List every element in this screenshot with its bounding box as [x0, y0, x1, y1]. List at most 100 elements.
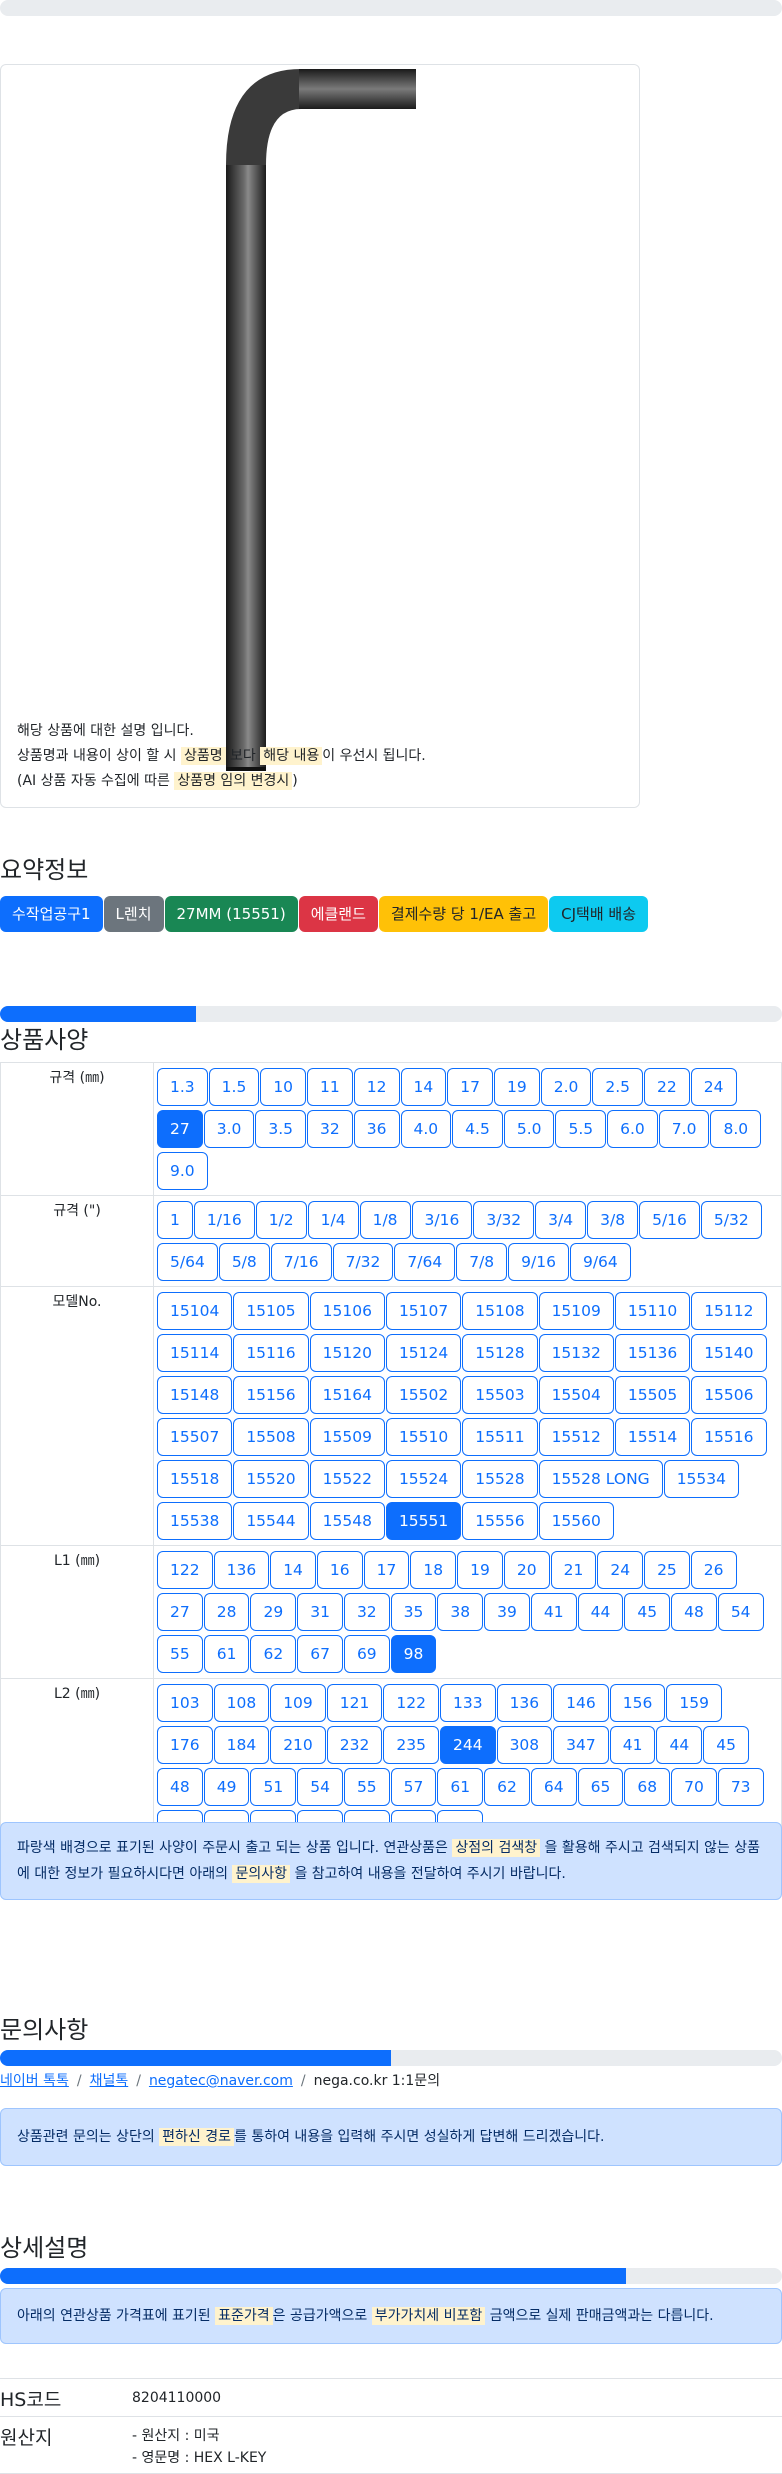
spec-option[interactable]: 136 — [496, 1684, 553, 1722]
spec-option[interactable]: 1 — [157, 1201, 193, 1239]
spec-option[interactable]: 15164 — [309, 1376, 385, 1414]
spec-option[interactable]: 1/4 — [307, 1201, 359, 1239]
spec-option[interactable]: 3/32 — [473, 1201, 535, 1239]
spec-option[interactable]: 15509 — [309, 1418, 385, 1456]
spec-option[interactable]: 15502 — [385, 1376, 462, 1414]
spec-option[interactable]: 49 — [203, 1768, 250, 1806]
spec-option[interactable]: 15544 — [233, 1502, 309, 1540]
spec-option[interactable]: 26 — [690, 1551, 737, 1589]
spec-option[interactable]: 15108 — [462, 1292, 538, 1330]
spec-option[interactable]: 11 — [307, 1068, 353, 1106]
spec-option[interactable]: 15156 — [233, 1376, 309, 1414]
spec-option[interactable]: 232 — [326, 1726, 383, 1764]
spec-option[interactable]: 9.0 — [157, 1152, 208, 1190]
spec-option[interactable]: 1.3 — [157, 1068, 208, 1106]
spec-option[interactable]: 15516 — [691, 1418, 767, 1456]
spec-option[interactable]: 24 — [597, 1551, 644, 1589]
spec-option[interactable]: 136 — [213, 1551, 270, 1589]
email-link[interactable]: negatec@naver.com — [149, 2073, 293, 2089]
spec-option[interactable]: 16 — [316, 1551, 363, 1589]
spec-option[interactable]: 20 — [503, 1551, 550, 1589]
spec-option[interactable]: 9/16 — [508, 1243, 569, 1281]
spec-option[interactable]: 15514 — [614, 1418, 691, 1456]
spec-option[interactable]: 15148 — [157, 1376, 233, 1414]
spec-option[interactable]: 184 — [213, 1726, 270, 1764]
spec-option[interactable]: 48 — [157, 1768, 203, 1806]
spec-option[interactable]: 41 — [530, 1593, 577, 1631]
spec-option[interactable]: 69 — [343, 1635, 390, 1673]
spec-option[interactable]: 176 — [157, 1726, 213, 1764]
spec-option[interactable]: 15522 — [309, 1460, 385, 1498]
spec-option[interactable]: 15508 — [233, 1418, 309, 1456]
spec-option[interactable]: 28 — [203, 1593, 250, 1631]
spec-option[interactable]: 32 — [343, 1593, 390, 1631]
spec-option[interactable]: 14 — [400, 1068, 447, 1106]
spec-option[interactable]: 15520 — [233, 1460, 309, 1498]
spec-option[interactable]: 17 — [363, 1551, 410, 1589]
spec-option[interactable]: 122 — [157, 1551, 213, 1589]
spec-option[interactable]: 45 — [703, 1726, 749, 1764]
spec-option[interactable]: 7/16 — [270, 1243, 332, 1281]
spec-option[interactable]: 3.5 — [255, 1110, 307, 1148]
spec-option[interactable]: 15534 — [663, 1460, 739, 1498]
spec-option[interactable]: 19 — [493, 1068, 540, 1106]
spec-option[interactable]: 64 — [530, 1768, 577, 1806]
spec-option[interactable]: 48 — [671, 1593, 717, 1631]
spec-option[interactable]: 44 — [577, 1593, 624, 1631]
spec-option[interactable]: 5.5 — [555, 1110, 607, 1148]
spec-option[interactable]: 15116 — [233, 1334, 309, 1372]
spec-option[interactable]: 15132 — [538, 1334, 614, 1372]
spec-option[interactable]: 15560 — [538, 1502, 614, 1540]
spec-option[interactable]: 8.0 — [710, 1110, 762, 1148]
spec-option[interactable]: 5.0 — [503, 1110, 555, 1148]
spec-option[interactable]: 1.5 — [208, 1068, 260, 1106]
spec-option[interactable]: 15112 — [691, 1292, 767, 1330]
spec-option[interactable]: 54 — [717, 1593, 764, 1631]
spec-option[interactable]: 15511 — [462, 1418, 538, 1456]
spec-option[interactable]: 62 — [484, 1768, 530, 1806]
spec-option[interactable]: 27 — [157, 1593, 203, 1631]
spec-option[interactable]: 15510 — [385, 1418, 462, 1456]
spec-option[interactable]: 35 — [390, 1593, 437, 1631]
spec-option[interactable]: 5/64 — [157, 1243, 218, 1281]
spec-option[interactable]: 68 — [624, 1768, 671, 1806]
spec-option[interactable]: 15107 — [385, 1292, 462, 1330]
spec-option[interactable]: 156 — [609, 1684, 666, 1722]
spec-option[interactable]: 15507 — [157, 1418, 233, 1456]
spec-option[interactable]: 44 — [656, 1726, 703, 1764]
spec-option[interactable]: 235 — [383, 1726, 439, 1764]
spec-option[interactable]: 1/16 — [193, 1201, 255, 1239]
spec-option[interactable]: 4.5 — [452, 1110, 503, 1148]
spec-option[interactable]: 22 — [644, 1068, 690, 1106]
spec-option[interactable]: 19 — [457, 1551, 503, 1589]
spec-option[interactable]: 39 — [484, 1593, 530, 1631]
spec-option-selected[interactable]: 98 — [390, 1635, 437, 1673]
spec-option[interactable]: 41 — [609, 1726, 656, 1764]
spec-option[interactable]: 38 — [437, 1593, 484, 1631]
spec-option[interactable]: 15505 — [614, 1376, 691, 1414]
spec-option[interactable]: 10 — [260, 1068, 307, 1106]
spec-option[interactable]: 2.0 — [540, 1068, 592, 1106]
spec-option-selected[interactable]: 244 — [439, 1726, 496, 1764]
spec-option[interactable]: 122 — [383, 1684, 439, 1722]
spec-option[interactable]: 15518 — [157, 1460, 233, 1498]
spec-option[interactable]: 29 — [250, 1593, 297, 1631]
spec-option[interactable]: 7.0 — [658, 1110, 710, 1148]
spec-option[interactable]: 45 — [624, 1593, 671, 1631]
spec-option[interactable]: 15109 — [538, 1292, 614, 1330]
spec-option[interactable]: 15512 — [538, 1418, 614, 1456]
spec-option[interactable]: 73 — [717, 1768, 764, 1806]
spec-option[interactable]: 18 — [410, 1551, 457, 1589]
spec-option[interactable]: 15128 — [462, 1334, 538, 1372]
spec-option[interactable]: 62 — [250, 1635, 297, 1673]
spec-option-selected[interactable]: 15551 — [385, 1502, 462, 1540]
spec-option[interactable]: 15528 — [462, 1460, 538, 1498]
spec-option[interactable]: 55 — [157, 1635, 203, 1673]
spec-option[interactable]: 7/32 — [332, 1243, 394, 1281]
spec-option[interactable]: 3.0 — [203, 1110, 255, 1148]
spec-option[interactable]: 15136 — [614, 1334, 691, 1372]
spec-option[interactable]: 9/64 — [569, 1243, 631, 1281]
spec-option[interactable]: 210 — [270, 1726, 326, 1764]
spec-option[interactable]: 15105 — [233, 1292, 309, 1330]
spec-option[interactable]: 32 — [307, 1110, 353, 1148]
